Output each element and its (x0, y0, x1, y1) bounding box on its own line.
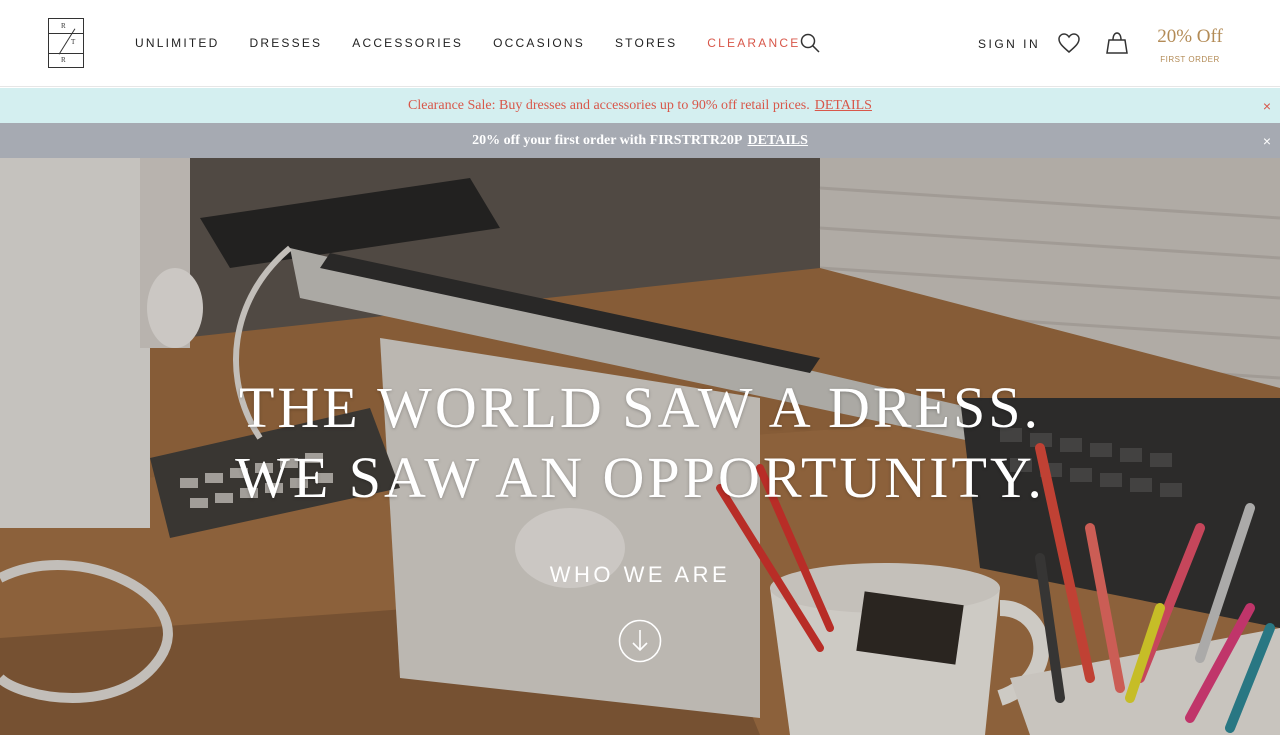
logo-icon[interactable]: R T R (48, 18, 84, 68)
nav-item-unlimited[interactable]: UNLIMITED (135, 36, 219, 50)
hero-headline-line-1: THE WORLD SAW A DRESS. (238, 375, 1042, 440)
close-icon[interactable]: × (1263, 133, 1271, 149)
site-header: R T R UNLIMITED DRESSES ACCESSORIES OCCA… (0, 0, 1280, 87)
sign-in-link[interactable]: SIGN IN (978, 37, 1040, 51)
nav-item-clearance[interactable]: CLEARANCE (707, 36, 800, 50)
promo-subtitle: FIRST ORDER (1160, 55, 1220, 64)
logo-letter: R (61, 56, 66, 64)
clearance-banner-text: Clearance Sale: Buy dresses and accessor… (408, 98, 810, 113)
promo-code-banner: 20% off your first order with FIRSTRTR20… (0, 123, 1280, 158)
heart-icon[interactable] (1057, 32, 1081, 54)
main-nav: UNLIMITED DRESSES ACCESSORIES OCCASIONS … (135, 36, 830, 50)
close-icon[interactable]: × (1263, 98, 1271, 114)
hero-section: THE WORLD SAW A DRESS. WE SAW AN OPPORTU… (0, 158, 1280, 735)
first-order-promo[interactable]: 20% Off FIRST ORDER (1148, 26, 1232, 64)
search-icon[interactable] (799, 32, 821, 54)
clearance-banner: Clearance Sale: Buy dresses and accessor… (0, 88, 1280, 123)
nav-item-stores[interactable]: STORES (615, 36, 677, 50)
nav-item-dresses[interactable]: DRESSES (249, 36, 322, 50)
clearance-details-link[interactable]: DETAILS (815, 98, 872, 113)
promo-title: 20% Off (1157, 26, 1223, 47)
nav-item-accessories[interactable]: ACCESSORIES (352, 36, 463, 50)
arrow-down-icon[interactable] (618, 619, 662, 663)
hero-headline: THE WORLD SAW A DRESS. WE SAW AN OPPORTU… (0, 373, 1280, 513)
bag-icon[interactable] (1106, 31, 1128, 55)
who-we-are-link[interactable]: WHO WE ARE (0, 562, 1280, 588)
nav-item-occasions[interactable]: OCCASIONS (493, 36, 585, 50)
promo-details-link[interactable]: DETAILS (748, 133, 808, 148)
logo-letter: T (71, 38, 76, 46)
promo-banner-text: 20% off your first order with FIRSTRTR20… (472, 133, 743, 148)
logo-letter: R (61, 22, 66, 30)
hero-headline-line-2: WE SAW AN OPPORTUNITY. (235, 445, 1045, 510)
